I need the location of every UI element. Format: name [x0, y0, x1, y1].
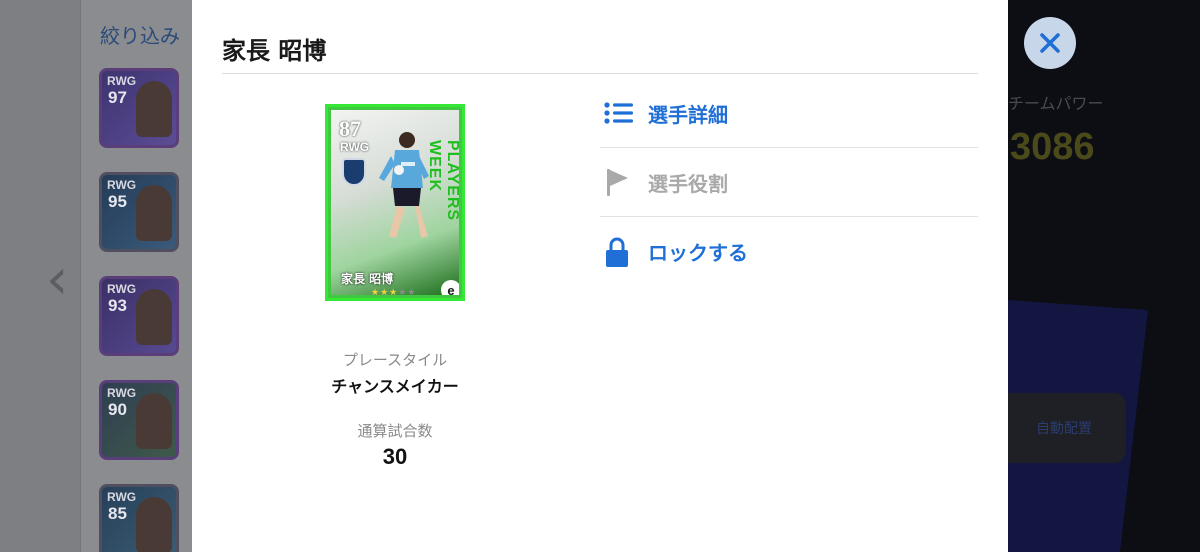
card-position: RWG — [107, 282, 137, 296]
playstyle-label: プレースタイル — [342, 351, 448, 369]
card-position: RWG — [107, 386, 137, 400]
matches-label: 通算試合数 — [357, 422, 433, 440]
star-icon: ★ — [407, 288, 417, 295]
list-player-card: RWG 93 — [99, 276, 179, 356]
player-modal: 家長 昭博 87 RWG PLAYERS WEEK 家長 昭博 ★★★★★ e — [192, 0, 1008, 552]
playstyle-value: チャンスメイカー — [331, 377, 459, 396]
card-rating: 87 — [339, 116, 361, 141]
card-position: RWG — [340, 140, 370, 154]
list-player-card: RWG 97 — [99, 68, 179, 148]
menu-item-label: 選手詳細 — [648, 102, 728, 127]
list-icon — [604, 98, 638, 128]
player-photo — [136, 185, 172, 241]
list-player-card: RWG 85 — [99, 484, 179, 552]
player-photo — [136, 81, 172, 137]
star-icon: ★ — [380, 288, 390, 295]
list-player-card: RWG 95 — [99, 172, 179, 252]
player-photo — [136, 497, 172, 552]
chevron-left-icon: ‹ — [46, 247, 69, 312]
star-icon: ★ — [371, 288, 381, 295]
close-button[interactable] — [1024, 17, 1076, 69]
team-power-value: 3086 — [1010, 126, 1095, 168]
card-side-text: PLAYERS WEEK — [426, 140, 459, 222]
player-photo — [136, 289, 172, 345]
flag-icon — [604, 167, 638, 197]
card-position: RWG — [107, 178, 137, 192]
card-position: RWG — [107, 74, 137, 88]
menu-item-label: ロックする — [648, 241, 748, 265]
player-details-button[interactable]: 選手詳細 — [600, 79, 978, 148]
star-icon: ★ — [398, 288, 408, 295]
team-power-label: チームパワー — [1008, 94, 1104, 113]
auto-assign-button: 自動配置 — [1008, 393, 1126, 463]
card-rating: 85 — [108, 504, 127, 523]
card-rating: 95 — [108, 192, 127, 211]
lock-button[interactable]: ロックする — [600, 217, 978, 286]
auto-assign-label: 自動配置 — [1036, 421, 1092, 437]
player-role-button[interactable]: 選手役割 — [600, 148, 978, 217]
action-menu: 選手詳細 選手役割 ロックする — [600, 79, 978, 286]
close-icon — [1040, 33, 1060, 53]
efootball-logo-icon: e — [441, 280, 459, 295]
menu-item-label: 選手役割 — [648, 171, 728, 196]
player-card[interactable]: 87 RWG PLAYERS WEEK 家長 昭博 ★★★★★ e — [325, 104, 465, 301]
card-rating: 97 — [108, 88, 127, 107]
card-player-name: 家長 昭博 — [341, 272, 394, 286]
star-icon: ★ — [389, 288, 399, 295]
lock-icon — [604, 237, 638, 267]
page-title: 家長 昭博 — [222, 37, 327, 65]
card-position: RWG — [107, 490, 137, 504]
divider — [222, 73, 978, 74]
card-rating: 93 — [108, 296, 127, 315]
filter-label: 絞り込み — [100, 24, 180, 48]
club-crest-icon — [342, 158, 366, 186]
list-player-card: RWG 90 — [99, 380, 179, 460]
player-card-art: 87 RWG PLAYERS WEEK 家長 昭博 ★★★★★ e — [331, 110, 459, 295]
matches-value: 30 — [382, 444, 408, 469]
card-rating: 90 — [108, 400, 127, 419]
player-photo — [136, 393, 172, 449]
star-rating: ★★★★★ — [371, 288, 416, 295]
